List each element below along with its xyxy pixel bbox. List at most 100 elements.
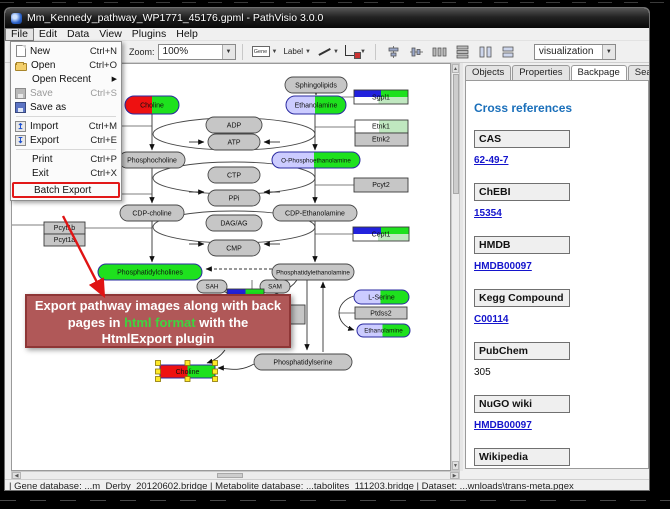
label-tool-button[interactable]: Label▼: [283, 47, 311, 56]
menu-view[interactable]: View: [94, 28, 127, 41]
xref-link-hmdb[interactable]: HMDB00097: [474, 261, 532, 272]
file-menu-save[interactable]: Save Ctrl+S: [12, 86, 120, 100]
gene-box-cept1[interactable]: Cept1: [353, 227, 409, 241]
node-phosphatidylethanolamine[interactable]: Phosphatidylethanolamine: [272, 264, 354, 280]
file-menu-save-as[interactable]: Save as: [12, 100, 120, 114]
svg-text:Etnk2: Etnk2: [372, 137, 390, 144]
gene-tool-button[interactable]: Gene▼: [252, 46, 278, 57]
scroll-down-arrow-icon[interactable]: ▼: [452, 461, 459, 470]
scroll-left-arrow-icon[interactable]: ◀: [12, 472, 21, 479]
horizontal-scroll-thumb[interactable]: [217, 473, 243, 478]
tab-properties[interactable]: Properties: [512, 65, 569, 80]
visualization-dropdown-arrow-icon[interactable]: ▼: [602, 45, 615, 59]
align-middle-icon: [409, 45, 424, 59]
node-choline-selected[interactable]: Choline: [156, 361, 218, 382]
file-menu-print[interactable]: Print Ctrl+P: [12, 152, 120, 166]
visualization-combobox[interactable]: visualization ▼: [534, 44, 616, 60]
node-ethanolamine[interactable]: Ethanolamine: [286, 96, 346, 114]
align-center-button[interactable]: [386, 45, 401, 59]
scroll-right-arrow-icon[interactable]: ▶: [450, 472, 459, 479]
svg-text:SAH: SAH: [206, 284, 219, 291]
xref-link-nugo[interactable]: HMDB00097: [474, 420, 532, 431]
node-adp[interactable]: ADP: [206, 117, 262, 133]
gene-box-sgpl1[interactable]: Sgpl1: [354, 90, 408, 104]
file-menu-exit[interactable]: Exit Ctrl+X: [12, 166, 120, 180]
vertical-scroll-thumb[interactable]: [453, 74, 459, 194]
align-middle-button[interactable]: [409, 45, 424, 59]
xref-label: HMDB: [474, 236, 570, 254]
distribute-horizontal-button[interactable]: [432, 45, 447, 59]
canvas-vertical-scrollbar[interactable]: ▲ ▼: [451, 63, 460, 471]
node-ctp[interactable]: CTP: [208, 167, 260, 183]
blank-icon: [17, 184, 30, 196]
xref-link-chebi[interactable]: 15354: [474, 208, 502, 219]
node-atp[interactable]: ATP: [208, 134, 260, 150]
menu-file[interactable]: File: [5, 28, 34, 41]
gene-box-etnk2[interactable]: Etnk2: [355, 133, 408, 146]
xref-link-kegg[interactable]: C00114: [474, 314, 508, 325]
svg-text:Choline: Choline: [140, 103, 164, 110]
tab-backpage[interactable]: Backpage: [571, 65, 627, 80]
gene-box-pcyt2[interactable]: Pcyt2: [354, 178, 408, 192]
scroll-up-arrow-icon[interactable]: ▲: [452, 64, 459, 73]
zoom-combobox[interactable]: 100% ▼: [158, 44, 236, 60]
svg-text:CDP-choline: CDP-choline: [132, 211, 171, 218]
svg-text:Phosphatidylserine: Phosphatidylserine: [273, 360, 332, 367]
file-menu-import[interactable]: ↥ Import Ctrl+M: [12, 119, 120, 133]
title-bar[interactable]: Mm_Kennedy_pathway_WP1771_45176.gpml - P…: [5, 8, 649, 28]
new-file-icon: [16, 45, 26, 57]
menu-help[interactable]: Help: [171, 28, 203, 41]
node-cdp-choline[interactable]: CDP-choline: [120, 205, 184, 221]
file-menu-open-recent[interactable]: Open Recent ▶: [12, 72, 120, 86]
menu-data[interactable]: Data: [62, 28, 94, 41]
svg-text:Ethanolamine: Ethanolamine: [295, 103, 338, 110]
gene-box-etnk1[interactable]: Etnk1: [355, 120, 408, 133]
line-tool-button[interactable]: ▼: [317, 46, 339, 57]
xref-section-kegg: Kegg Compound C00114: [474, 289, 640, 327]
node-cmp[interactable]: CMP: [208, 240, 260, 256]
menu-edit[interactable]: Edit: [34, 28, 62, 41]
node-phosphatidylcholines[interactable]: Phosphatidylcholines: [98, 264, 202, 280]
frame-artifact-bottom: [0, 500, 670, 501]
node-phosphatidylserine[interactable]: Phosphatidylserine: [254, 354, 352, 370]
node-cdp-ethanolamine[interactable]: CDP-Ethanolamine: [273, 205, 357, 221]
file-menu-open[interactable]: Open Ctrl+O: [12, 58, 120, 72]
node-ethanolamine-2[interactable]: Ethanolamine: [357, 324, 410, 337]
distribute-vertical-button[interactable]: [455, 45, 470, 59]
gene-box-pcyt1a[interactable]: Pcyt1a: [44, 234, 85, 246]
node-sah[interactable]: SAH: [197, 280, 227, 293]
svg-text:Phosphatidylcholines: Phosphatidylcholines: [117, 270, 183, 277]
file-menu-new[interactable]: New Ctrl+N: [12, 44, 120, 58]
open-folder-icon: [15, 63, 27, 71]
frame-artifact-top: [0, 2, 670, 3]
zoom-label: Zoom:: [129, 47, 155, 57]
common-height-button[interactable]: [478, 45, 493, 59]
node-dag-ag[interactable]: DAG/AG: [206, 215, 262, 231]
node-phosphocholine[interactable]: Phosphocholine: [119, 152, 185, 168]
tab-objects[interactable]: Objects: [465, 65, 511, 80]
svg-text:CMP: CMP: [226, 246, 242, 253]
gene-box-ptdss2[interactable]: Ptdss2: [355, 307, 407, 319]
xref-label: PubChem: [474, 342, 570, 360]
xref-label: NuGO wiki: [474, 395, 570, 413]
node-choline-top[interactable]: Choline: [125, 96, 179, 114]
node-l-serine[interactable]: L-Serine: [354, 290, 409, 304]
file-menu-export[interactable]: ↧ Export Ctrl+E: [12, 133, 120, 147]
node-ppi[interactable]: PPi: [208, 190, 260, 206]
annotation-callout: Export pathway images along with back pa…: [25, 294, 291, 348]
menu-plugins[interactable]: Plugins: [127, 28, 171, 41]
gene-box-pcyt1b[interactable]: Pcyt1b: [44, 222, 85, 234]
xref-link-cas[interactable]: 62-49-7: [474, 155, 508, 166]
common-width-button[interactable]: [501, 45, 516, 59]
node-o-phosphoethanolamine[interactable]: O-Phosphoethanolamine: [272, 152, 360, 168]
node-sam[interactable]: SAM: [260, 280, 290, 293]
svg-text:Pcyt1a: Pcyt1a: [54, 237, 76, 244]
node-sphingolipids[interactable]: Sphingolipids: [285, 77, 347, 93]
xref-section-chebi: ChEBI 15354: [474, 183, 640, 221]
backpage-panel[interactable]: Cross references CAS 62-49-7 ChEBI 15354…: [465, 80, 649, 469]
svg-text:Ptdss2: Ptdss2: [370, 311, 392, 318]
connector-tool-button[interactable]: ▼: [345, 47, 366, 56]
zoom-dropdown-arrow-icon[interactable]: ▼: [222, 45, 235, 59]
tab-search[interactable]: Search: [628, 65, 650, 80]
file-menu-batch-export[interactable]: Batch Export: [12, 182, 120, 198]
